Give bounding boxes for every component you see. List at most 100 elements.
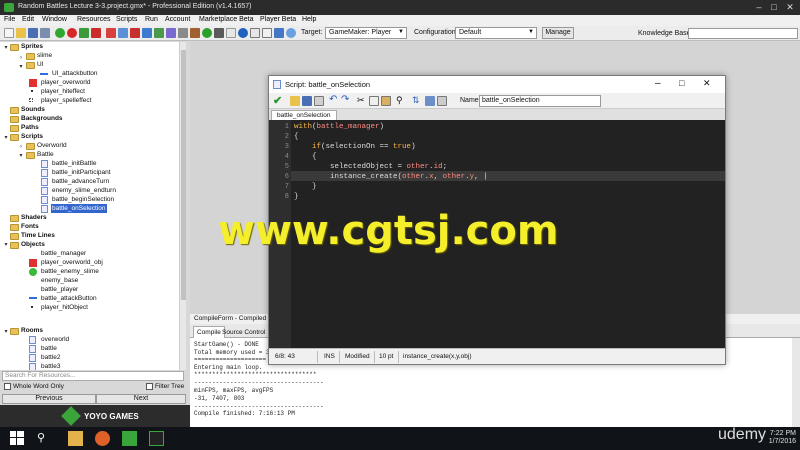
tree-item-enemy-slime-endturn[interactable]: enemy_slime_endturn (52, 186, 116, 195)
scrollbar-thumb[interactable] (181, 50, 186, 300)
save-icon[interactable] (302, 96, 312, 106)
configuration-select[interactable]: Default ▼ (455, 27, 537, 39)
tree-item-player-overworld[interactable]: player_overworld (41, 78, 91, 87)
menu-player-beta[interactable]: Player Beta (260, 16, 296, 23)
tree-item-player-overworld-obj[interactable]: player_overworld_obj (41, 258, 103, 267)
filter-tree-checkbox[interactable] (146, 383, 153, 390)
add-room-icon[interactable] (214, 28, 224, 38)
redo-icon[interactable]: ↷ (341, 94, 349, 105)
gamemaker-player-taskbar-icon[interactable] (149, 431, 164, 446)
script-name-input[interactable]: battle_onSelection (479, 95, 601, 107)
tree-item-room-battle2[interactable]: battle2 (41, 353, 61, 362)
tree-objects[interactable]: Objects (21, 240, 45, 249)
add-sprite-icon[interactable] (106, 28, 116, 38)
settings-icon[interactable] (437, 96, 447, 106)
menu-scripts[interactable]: Scripts (116, 16, 137, 23)
system-clock[interactable]: 7:22 PM 1/7/2016 (769, 430, 796, 446)
tree-item-battle-attackbutton[interactable]: battle_attackButton (41, 294, 97, 303)
tree-item-battle-manager[interactable]: battle_manager (41, 249, 86, 258)
tab-battle-onselection[interactable]: battle_onSelection (271, 110, 337, 120)
tree-paths[interactable]: Paths (21, 123, 39, 132)
add-sound-icon[interactable] (118, 28, 128, 38)
menu-account[interactable]: Account (165, 16, 190, 23)
cut-icon[interactable]: ✂ (357, 95, 365, 106)
expand-icon[interactable]: › (18, 55, 24, 61)
tree-scrollbar[interactable] (179, 42, 186, 370)
undo-icon[interactable]: ↶ (329, 94, 337, 105)
add-included-file-icon[interactable] (226, 28, 236, 38)
resource-search-input[interactable]: Search For Resources... (2, 371, 184, 381)
create-exe-icon[interactable] (79, 28, 89, 38)
search-icon[interactable]: ⚲ (37, 431, 52, 446)
tab-source-control[interactable]: Source Control (222, 327, 265, 338)
debug-icon[interactable] (67, 28, 77, 38)
tree-item-ui[interactable]: UI (37, 60, 44, 69)
add-path-icon[interactable] (142, 28, 152, 38)
menu-marketplace[interactable]: Marketplace Beta (199, 16, 253, 23)
game-settings-icon[interactable] (262, 28, 272, 38)
collapse-icon[interactable]: ▾ (3, 329, 9, 335)
expand-icon[interactable]: › (18, 144, 24, 150)
maximize-button[interactable]: □ (767, 1, 781, 13)
tree-item-room-battle[interactable]: battle (41, 344, 57, 353)
tree-sounds[interactable]: Sounds (21, 105, 45, 114)
menu-run[interactable]: Run (145, 16, 158, 23)
tree-item-room-battle3[interactable]: battle3 (41, 362, 61, 370)
tree-item-player-hiteffect[interactable]: player_hiteffect (41, 87, 85, 96)
collapse-icon[interactable]: ▾ (18, 153, 24, 159)
tree-item-battle-onselection[interactable]: battle_onSelection (51, 204, 107, 213)
print-icon[interactable] (314, 96, 324, 106)
save-icon[interactable] (28, 28, 38, 38)
script-close-button[interactable]: ✕ (703, 78, 711, 89)
tree-item-slime[interactable]: slime (37, 51, 52, 60)
collapse-icon[interactable]: ▾ (18, 64, 24, 70)
collapse-icon[interactable]: ▾ (3, 135, 9, 141)
knowledge-base-input[interactable] (688, 28, 798, 39)
goto-line-icon[interactable]: ⇅ (412, 95, 420, 106)
tree-item-battle-enemy-slime[interactable]: battle_enemy_slime (41, 267, 99, 276)
tree-item-enemy-base[interactable]: enemy_base (41, 276, 78, 285)
menu-help[interactable]: Help (302, 16, 316, 23)
find-icon[interactable]: ⚲ (396, 95, 403, 106)
tree-scripts[interactable]: Scripts (21, 132, 43, 141)
run-icon[interactable] (55, 28, 65, 38)
tree-item-room-overworld[interactable]: overworld (41, 335, 69, 344)
tree-item-overworld-folder[interactable]: Overworld (37, 141, 67, 150)
script-maximize-button[interactable]: □ (679, 78, 684, 88)
tree-time-lines[interactable]: Time Lines (21, 231, 55, 240)
tree-item-battle-initbattle[interactable]: battle_initBattle (52, 159, 96, 168)
new-project-icon[interactable] (4, 28, 14, 38)
add-timeline-icon[interactable] (190, 28, 200, 38)
tree-fonts[interactable]: Fonts (21, 222, 39, 231)
add-font-icon[interactable] (178, 28, 188, 38)
add-macro-icon[interactable] (250, 28, 260, 38)
gamemaker-taskbar-icon[interactable] (122, 431, 137, 446)
open-icon[interactable] (290, 96, 300, 106)
tree-shaders[interactable]: Shaders (21, 213, 47, 222)
tree-rooms[interactable]: Rooms (21, 326, 43, 335)
firefox-icon[interactable] (95, 431, 110, 446)
next-button[interactable]: Next (96, 394, 186, 404)
previous-button[interactable]: Previous (2, 394, 96, 404)
file-explorer-icon[interactable] (68, 431, 83, 446)
add-extension-icon[interactable] (238, 28, 248, 38)
add-shader-icon[interactable] (166, 28, 176, 38)
menu-file[interactable]: File (4, 16, 15, 23)
add-script-icon[interactable] (154, 28, 164, 38)
windows-start-icon[interactable] (10, 431, 25, 446)
add-background-icon[interactable] (130, 28, 140, 38)
tree-item-battle-initparticipant[interactable]: battle_initParticipant (52, 168, 111, 177)
tree-item-battle-folder[interactable]: Battle (37, 150, 54, 159)
add-object-icon[interactable] (202, 28, 212, 38)
tree-backgrounds[interactable]: Backgrounds (21, 114, 63, 123)
color-scheme-icon[interactable] (425, 96, 435, 106)
clean-icon[interactable] (91, 28, 101, 38)
paste-icon[interactable] (381, 96, 391, 106)
manage-button[interactable]: Manage (542, 27, 574, 39)
tab-compile[interactable]: Compile (193, 326, 225, 338)
collapse-icon[interactable]: ▾ (3, 242, 9, 248)
menu-resources[interactable]: Resources (77, 16, 110, 23)
help-icon[interactable] (286, 28, 296, 38)
tree-item-battle-beginselection[interactable]: battle_beginSelection (52, 195, 114, 204)
export-icon[interactable] (40, 28, 50, 38)
